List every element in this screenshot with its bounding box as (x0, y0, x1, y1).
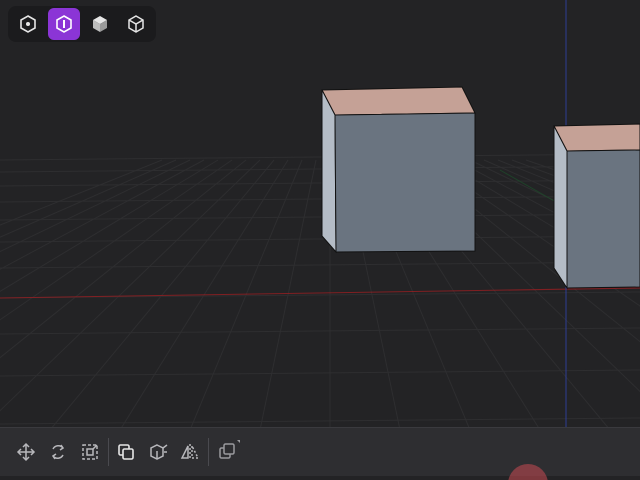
mirror-icon (180, 442, 200, 462)
face-mode-icon (54, 14, 74, 34)
cube-1-front-face (334, 112, 476, 253)
extrude-tool-button[interactable] (216, 440, 240, 464)
solid-cube-button[interactable] (84, 8, 116, 40)
scene-canvas[interactable] (0, 0, 640, 480)
grid-line (0, 235, 640, 243)
grid-line (0, 179, 640, 187)
selection-mode-toolbar (8, 6, 156, 42)
cube-2-side-face (553, 125, 568, 290)
bevel-icon (148, 442, 168, 462)
3d-viewport[interactable] (0, 0, 640, 480)
face-mode-button[interactable] (48, 8, 80, 40)
move-tool-button[interactable] (14, 440, 38, 464)
grid-line (0, 165, 640, 173)
cube-2-front-face (566, 149, 640, 289)
duplicate-icon (116, 442, 136, 462)
scale-icon (80, 442, 100, 462)
toolbar-divider (208, 438, 209, 466)
solid-cube-icon (90, 14, 110, 34)
wireframe-cube-icon (126, 14, 146, 34)
grid-line (0, 213, 640, 221)
grid-line (0, 195, 640, 203)
move-icon (16, 442, 36, 462)
rotate-icon (48, 442, 68, 462)
cube-1-top-face (321, 86, 476, 116)
grid-line (0, 153, 640, 161)
cube-2-top-face (553, 123, 640, 152)
rotate-tool-button[interactable] (46, 440, 70, 464)
toolbar-divider (108, 438, 109, 466)
vertex-mode-button[interactable] (12, 8, 44, 40)
transform-toolbar (0, 427, 640, 476)
wireframe-cube-button[interactable] (120, 8, 152, 40)
grid-line (0, 327, 640, 335)
mirror-tool-button[interactable] (178, 440, 202, 464)
cube-1-side-face (321, 89, 337, 254)
cube-2[interactable] (553, 123, 640, 290)
duplicate-tool-button[interactable] (114, 440, 138, 464)
grid-line (0, 417, 640, 425)
bevel-tool-button[interactable] (146, 440, 170, 464)
cube-1[interactable] (321, 86, 476, 254)
scale-tool-button[interactable] (78, 440, 102, 464)
extrude-icon (216, 440, 240, 464)
vertex-mode-icon (18, 14, 38, 34)
